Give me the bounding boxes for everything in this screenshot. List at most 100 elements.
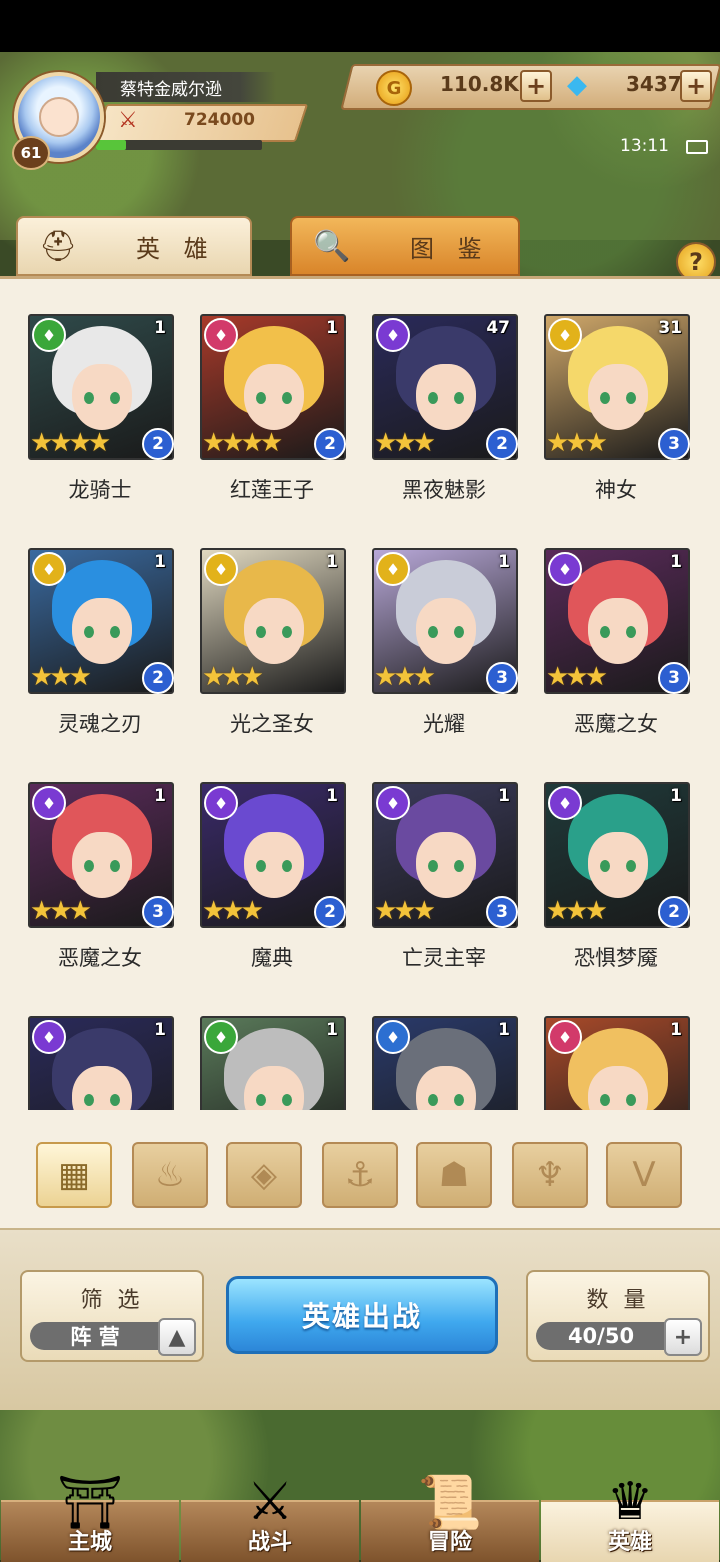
hero-card[interactable]: ♦ 1 ★★★ 3 [372, 782, 518, 928]
hero-rank-badge: 2 [142, 662, 174, 694]
hero-level: 1 [326, 786, 338, 806]
filter-tab-water[interactable]: ⚓ [322, 1142, 398, 1208]
filter-title: 筛 选 [80, 1288, 144, 1313]
filter-tab-light[interactable]: V [606, 1142, 682, 1208]
hero-face [416, 1066, 476, 1110]
tab-codex[interactable]: 🔍 图 鉴 [290, 216, 520, 276]
hero-level: 1 [670, 552, 682, 572]
hero-eye [454, 1094, 464, 1106]
hero-rank-badge: 3 [486, 896, 518, 928]
hero-level: 1 [670, 786, 682, 806]
diamond-gem-icon: ◆ [567, 70, 587, 100]
hero-card[interactable]: ♦ 1 ★★★ 3 [544, 548, 690, 694]
deploy-heroes-button[interactable]: 英雄出战 [226, 1276, 498, 1354]
hero-face [72, 832, 132, 898]
hero-level: 1 [498, 786, 510, 806]
hero-grid[interactable]: ♦ 1 ★★★★ 2 龙骑士 ♦ 1 ★★★★ 2 红莲王子 ♦ 47 ★★★ 2 黑夜魅影 ♦ 31 ★★★ 3 神… [0, 280, 720, 1110]
hero-level: 47 [486, 318, 510, 338]
filter-toggle-button[interactable]: ▲ [158, 1318, 196, 1356]
dark-faction-icon: ♦ [376, 786, 410, 820]
filter-tab-fire[interactable]: ♨ [132, 1142, 208, 1208]
hero-eye [282, 860, 292, 872]
hero-card[interactable]: ♦ 1 ★★★★ 2 [28, 314, 174, 460]
nav-label: 主城 [67, 1530, 112, 1555]
hero-name: 黑夜魅影 [402, 478, 486, 502]
hero-rank-badge: 3 [142, 896, 174, 928]
hero-stars: ★★★★ [202, 428, 283, 458]
hero-face [72, 598, 132, 664]
add-gold-button[interactable]: + [520, 70, 552, 102]
hero-card[interactable]: ♦ 31 ★★★ 3 [544, 314, 690, 460]
beast-faction-icon: ♦ [32, 318, 66, 352]
hero-eye [256, 1094, 266, 1106]
hero-name: 灵魂之刃 [58, 712, 142, 736]
nav-label: 战斗 [247, 1530, 292, 1555]
hero-level: 1 [326, 318, 338, 338]
hero-level: 1 [670, 1020, 682, 1040]
filter-tab-earth[interactable]: ◈ [226, 1142, 302, 1208]
hero-eye [282, 1094, 292, 1106]
hero-eye [256, 392, 266, 404]
hero-eye [428, 860, 438, 872]
hero-card[interactable]: ♦ 1 [372, 1016, 518, 1110]
hero-card[interactable]: ♦ 1 [200, 1016, 346, 1110]
hero-card[interactable]: ♦ 1 ★★★★ 2 [200, 314, 346, 460]
hero-eye [110, 860, 120, 872]
filter-tab-all[interactable]: ▦ [36, 1142, 112, 1208]
hero-eye [84, 392, 94, 404]
hero-card[interactable]: ♦ 1 ★★★ [200, 548, 346, 694]
hero-card[interactable]: ♦ 1 [544, 1016, 690, 1110]
hero-level: 31 [658, 318, 682, 338]
expand-capacity-button[interactable]: + [664, 1318, 702, 1356]
hero-card[interactable]: ♦ 1 ★★★ 2 [544, 782, 690, 928]
hero-card[interactable]: ♦ 1 ★★★ 2 [200, 782, 346, 928]
light-faction-icon: ♦ [376, 552, 410, 586]
hero-face [72, 1066, 132, 1110]
dark-faction-icon: ♦ [548, 552, 582, 586]
filter-box[interactable]: 筛 选 阵 营 ▲ [20, 1270, 204, 1362]
hero-face [588, 1066, 648, 1110]
hero-eye [84, 860, 94, 872]
hero-rank-badge: 2 [314, 896, 346, 928]
status-bar-area [0, 0, 720, 52]
hero-eye [428, 626, 438, 638]
hero-card[interactable]: ♦ 1 [28, 1016, 174, 1110]
player-name: 蔡特金威尔逊 [96, 72, 276, 102]
hero-eye [626, 1094, 636, 1106]
hero-card[interactable]: ♦ 1 ★★★ 2 [28, 548, 174, 694]
hero-eye [428, 1094, 438, 1106]
hero-card[interactable]: ♦ 1 ★★★ 3 [372, 548, 518, 694]
hero-face [588, 364, 648, 430]
hero-face [244, 832, 304, 898]
hero-rank-badge: 2 [658, 896, 690, 928]
filter-tab-dark[interactable]: ♆ [512, 1142, 588, 1208]
count-title: 数 量 [586, 1288, 650, 1313]
dark-faction-icon: ♦ [204, 786, 238, 820]
tab-heroes-label: 英 雄 [136, 234, 216, 263]
exp-fill [96, 140, 126, 150]
add-gems-button[interactable]: + [680, 70, 712, 102]
hero-stars: ★★★ [30, 662, 92, 692]
hero-count-box: 数 量 40/50 + [526, 1270, 710, 1362]
hero-eye [110, 392, 120, 404]
hero-name: 恶魔之女 [58, 946, 142, 970]
flame-icon: ♨ [154, 1155, 186, 1195]
hero-face [588, 832, 648, 898]
hero-stars: ★★★ [374, 662, 436, 692]
tab-heroes[interactable]: ⛑ 英 雄 [16, 216, 252, 276]
hero-level: 1 [326, 552, 338, 572]
light-faction-icon: ♦ [548, 318, 582, 352]
hero-stars: ★★★ [202, 662, 264, 692]
hero-name: 光耀 [423, 712, 465, 736]
hero-stars: ★★★ [374, 428, 436, 458]
hero-card[interactable]: ♦ 47 ★★★ 2 [372, 314, 518, 460]
filter-tab-beast[interactable]: ☗ [416, 1142, 492, 1208]
hero-eye [454, 626, 464, 638]
hero-card[interactable]: ♦ 1 ★★★ 3 [28, 782, 174, 928]
fire-faction-icon: ♦ [548, 1020, 582, 1054]
hero-eye [84, 1094, 94, 1106]
diamond-icon: ◈ [250, 1155, 278, 1195]
hero-name: 亡灵主宰 [402, 946, 486, 970]
clock: 13:11 [620, 136, 669, 156]
hero-face [416, 598, 476, 664]
